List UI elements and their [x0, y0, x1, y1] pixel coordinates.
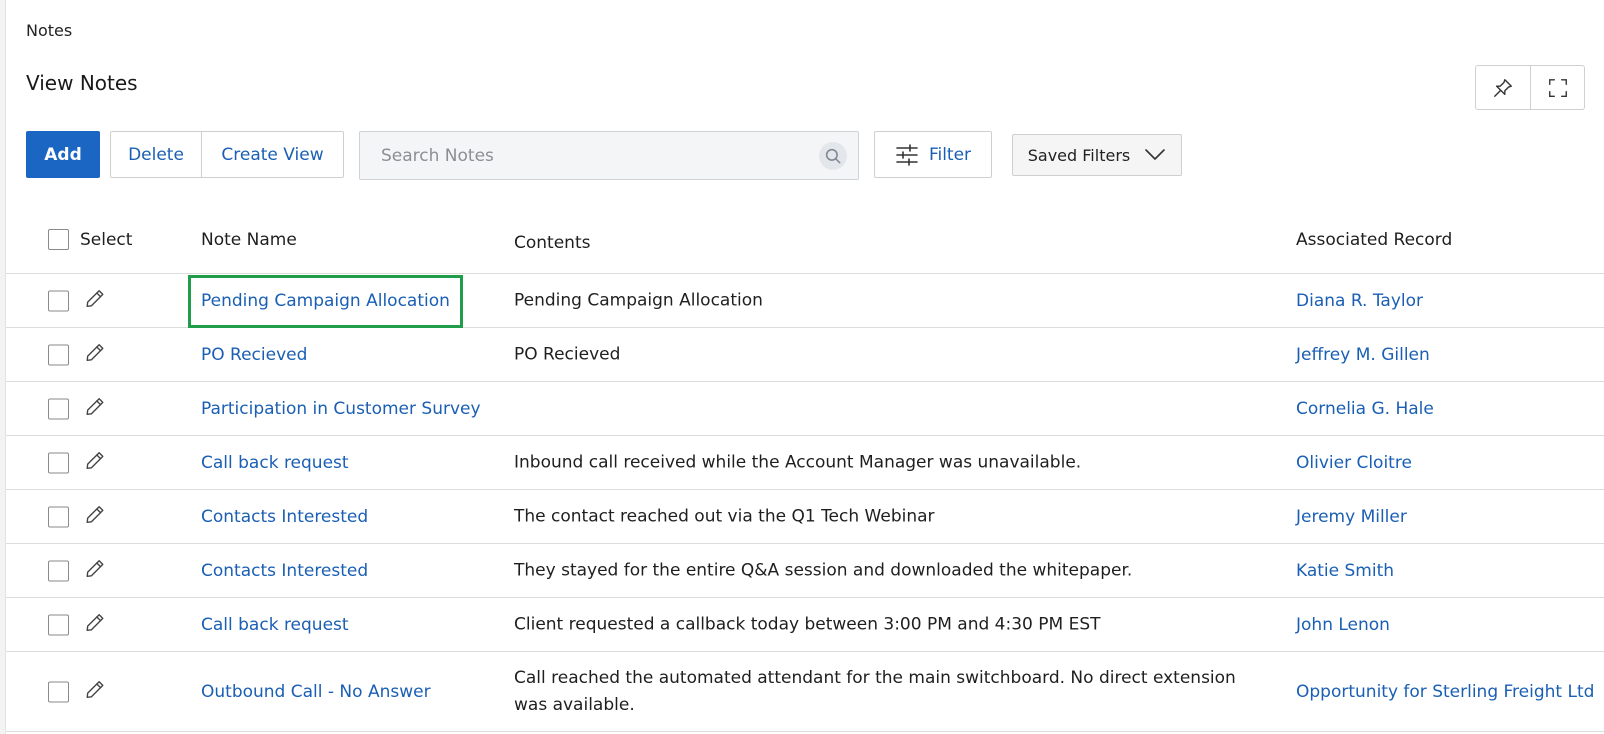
note-contents: Client requested a callback today betwee… — [514, 614, 1101, 634]
note-contents: They stayed for the entire Q&A session a… — [514, 560, 1133, 580]
note-name-link[interactable]: Outbound Call - No Answer — [201, 682, 431, 702]
table-row: Call back request Client requested a cal… — [6, 598, 1604, 652]
row-checkbox[interactable] — [48, 452, 69, 473]
note-contents: Call reached the automated attendant for… — [514, 667, 1236, 715]
edit-icon[interactable] — [84, 449, 106, 476]
note-name-link[interactable]: Contacts Interested — [201, 507, 368, 527]
select-column-header: Select — [80, 230, 133, 250]
filter-label: Filter — [928, 144, 972, 165]
edit-icon[interactable] — [84, 341, 106, 368]
search-box — [359, 131, 859, 180]
table-row: Pending Campaign Allocation Pending Camp… — [6, 274, 1604, 328]
edit-icon[interactable] — [84, 503, 106, 530]
chevron-down-icon — [1145, 149, 1166, 160]
row-checkbox[interactable] — [48, 560, 69, 581]
table-header: Select Note Name Contents Associated Rec… — [6, 214, 1604, 274]
associated-record-link[interactable]: Olivier Cloitre — [1296, 453, 1412, 473]
add-button[interactable]: Add — [26, 131, 100, 178]
delete-button[interactable]: Delete — [111, 132, 202, 177]
row-checkbox[interactable] — [48, 398, 69, 419]
associated-record-link[interactable]: Cornelia G. Hale — [1296, 399, 1434, 419]
table-row: Call back request Inbound call received … — [6, 436, 1604, 490]
associated-record-link[interactable]: Jeremy Miller — [1296, 507, 1407, 527]
contents-column-header: Contents — [514, 233, 591, 253]
search-input[interactable] — [360, 132, 800, 179]
action-button-group: Delete Create View — [110, 131, 344, 178]
filter-button[interactable]: Filter — [874, 131, 992, 178]
edit-icon[interactable] — [84, 557, 106, 584]
row-checkbox[interactable] — [48, 290, 69, 311]
note-name-column-header: Note Name — [201, 230, 297, 250]
associated-record-link[interactable]: Katie Smith — [1296, 561, 1394, 581]
sliders-icon — [896, 143, 918, 166]
search-icon[interactable] — [819, 142, 847, 170]
associated-record-column-header: Associated Record — [1296, 230, 1453, 250]
note-name-link[interactable]: Pending Campaign Allocation — [201, 291, 450, 311]
pin-icon — [1494, 78, 1512, 97]
note-name-link[interactable]: Call back request — [201, 453, 349, 473]
saved-filters-label: Saved Filters — [1027, 145, 1131, 165]
page-title: View Notes — [26, 71, 138, 95]
note-name-link[interactable]: Call back request — [201, 615, 349, 635]
edit-icon[interactable] — [84, 678, 106, 705]
notes-table: Select Note Name Contents Associated Rec… — [6, 214, 1604, 732]
view-actions — [1475, 65, 1585, 110]
note-contents: Pending Campaign Allocation — [514, 290, 763, 310]
table-row: Participation in Customer Survey Corneli… — [6, 382, 1604, 436]
pin-button[interactable] — [1476, 66, 1530, 109]
row-checkbox[interactable] — [48, 614, 69, 635]
table-row: Outbound Call - No Answer Call reached t… — [6, 652, 1604, 732]
note-contents: The contact reached out via the Q1 Tech … — [514, 506, 935, 526]
select-all-checkbox[interactable] — [48, 229, 69, 250]
edit-icon[interactable] — [84, 287, 106, 314]
associated-record-link[interactable]: John Lenon — [1296, 615, 1390, 635]
table-row: Contacts Interested The contact reached … — [6, 490, 1604, 544]
expand-icon — [1548, 78, 1567, 97]
row-checkbox[interactable] — [48, 344, 69, 365]
expand-button[interactable] — [1530, 66, 1584, 109]
note-name-link[interactable]: Participation in Customer Survey — [201, 399, 481, 419]
associated-record-link[interactable]: Diana R. Taylor — [1296, 291, 1423, 311]
associated-record-link[interactable]: Opportunity for Sterling Freight Ltd — [1296, 682, 1594, 702]
create-view-button[interactable]: Create View — [202, 132, 343, 177]
row-checkbox[interactable] — [48, 681, 69, 702]
edit-icon[interactable] — [84, 395, 106, 422]
note-contents: Inbound call received while the Account … — [514, 452, 1082, 472]
associated-record-link[interactable]: Jeffrey M. Gillen — [1296, 345, 1430, 365]
table-row: PO Recieved PO Recieved Jeffrey M. Gille… — [6, 328, 1604, 382]
row-checkbox[interactable] — [48, 506, 69, 527]
note-contents: PO Recieved — [514, 344, 621, 364]
table-row: Contacts Interested They stayed for the … — [6, 544, 1604, 598]
edit-icon[interactable] — [84, 611, 106, 638]
saved-filters-dropdown[interactable]: Saved Filters — [1012, 134, 1182, 176]
breadcrumb: Notes — [26, 21, 73, 40]
note-name-link[interactable]: PO Recieved — [201, 345, 307, 365]
table-body: Pending Campaign Allocation Pending Camp… — [6, 274, 1604, 732]
note-name-link[interactable]: Contacts Interested — [201, 561, 368, 581]
